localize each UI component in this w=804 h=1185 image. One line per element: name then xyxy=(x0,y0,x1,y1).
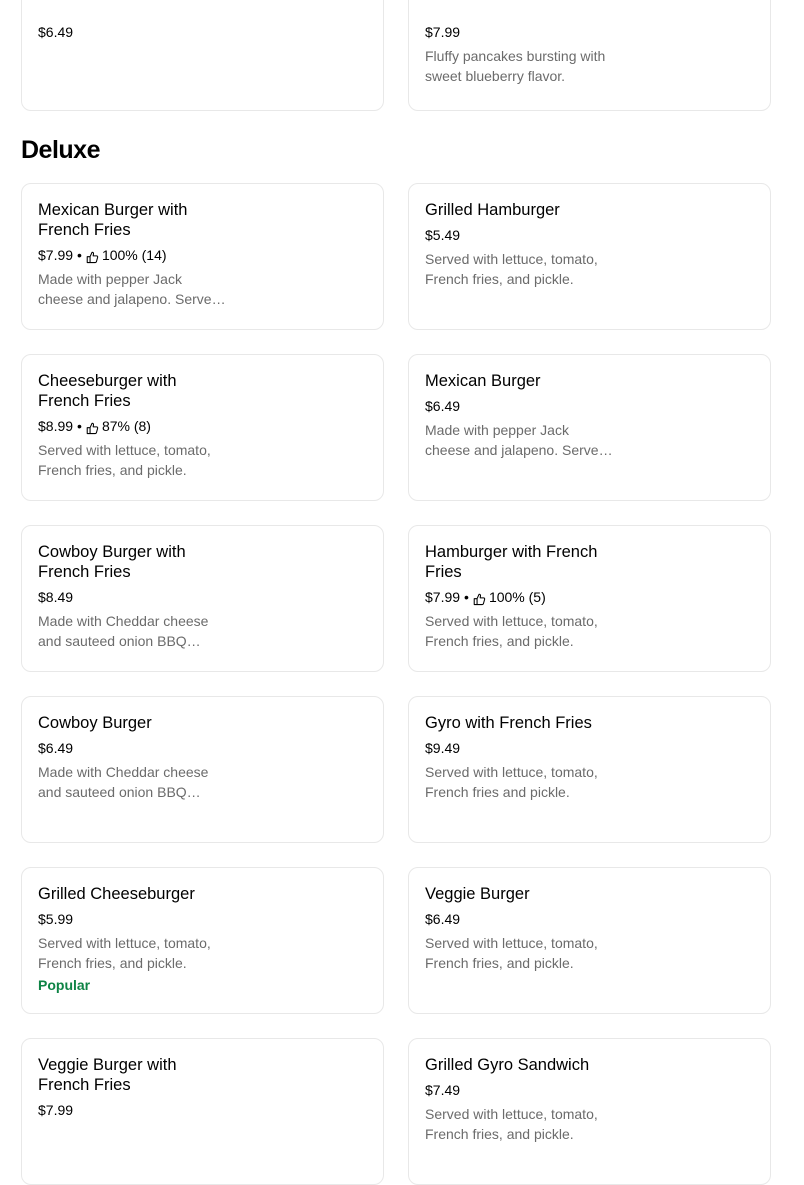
item-name: Gyro with French Fries xyxy=(425,714,592,732)
item-price: $6.49 xyxy=(425,398,461,414)
item-price: $5.99 xyxy=(38,911,74,927)
item-name: Mexican Burger with French Fries xyxy=(38,201,188,239)
menu-item-card[interactable]: Veggie Burger with French Fries $7.99 xyxy=(21,1038,384,1185)
item-name: Grilled Hamburger xyxy=(425,201,560,219)
item-name: Cowboy Burger with French Fries xyxy=(38,543,186,581)
menu-item-card[interactable]: Grilled Cheeseburger $5.99 Served with let… xyxy=(21,867,384,1014)
popular-badge: Popular xyxy=(38,977,91,993)
item-name: Grilled Gyro Sandwich xyxy=(425,1056,590,1074)
item-price: $7.49 xyxy=(425,1082,461,1098)
item-meta: $5.99 xyxy=(38,909,367,929)
item-price: $8.99 xyxy=(38,418,74,434)
item-price: $6.49 xyxy=(38,24,74,40)
item-description: Fluffy pancakes bursting with sweet blue… xyxy=(425,48,606,84)
item-meta: $6.49 xyxy=(425,909,754,929)
menu-item-card[interactable]: $7.99 Fluffy pancakes bursting with swee… xyxy=(408,0,771,111)
item-name: Cowboy Burger xyxy=(38,714,152,732)
item-meta: $6.49 xyxy=(38,738,367,758)
menu-item-card[interactable]: Mexican Burger with French Fries $7.99 • 10… xyxy=(21,183,384,330)
item-meta: $6.49 xyxy=(425,396,754,416)
item-rating: 100% (5) xyxy=(488,589,546,605)
item-description: Made with pepper Jack cheese and jalapen… xyxy=(38,271,220,307)
menu-item-card[interactable]: Veggie Burger $6.49 Served with lettuce, t… xyxy=(408,867,771,1014)
item-price: $7.99 xyxy=(425,24,461,40)
thumbs-up-icon xyxy=(473,591,486,605)
item-description: Made with Cheddar cheese and sauteed oni… xyxy=(38,613,209,649)
item-price: $7.99 xyxy=(38,247,74,263)
item-meta: $7.49 xyxy=(425,1080,754,1100)
menu-item-card[interactable]: Gyro with French Fries $9.49 Served with l… xyxy=(408,696,771,843)
item-description: Served with lettuce, tomato, French frie… xyxy=(425,1106,598,1142)
separator-dot: • xyxy=(77,418,82,434)
item-name: Cheeseburger with French Fries xyxy=(38,372,177,410)
menu-item-card[interactable]: Grilled Gyro Sandwich $7.49 Served with le… xyxy=(408,1038,771,1185)
thumbs-up-icon xyxy=(86,249,99,263)
item-description: Served with lettuce, tomato, French frie… xyxy=(425,613,598,649)
item-description: Served with lettuce, tomato, French frie… xyxy=(38,935,211,971)
separator-dot: • xyxy=(464,589,469,605)
item-name: Veggie Burger with French Fries xyxy=(38,1056,177,1094)
item-description: Served with lettuce, tomato, French frie… xyxy=(38,442,211,478)
item-meta: $9.49 xyxy=(425,738,754,758)
item-price: $6.49 xyxy=(425,911,461,927)
item-meta: $8.99 • 87% (8) xyxy=(38,416,367,436)
item-name: Hamburger with French Fries xyxy=(425,543,598,581)
item-meta: $7.99 xyxy=(38,1100,367,1120)
item-price: $7.99 xyxy=(38,1102,74,1118)
separator-dot: • xyxy=(77,247,82,263)
item-name: Veggie Burger xyxy=(425,885,530,903)
item-rating: 100% (14) xyxy=(101,247,167,263)
item-meta: $8.49 xyxy=(38,587,367,607)
item-description: Served with lettuce, tomato, French frie… xyxy=(425,935,598,971)
item-price: $6.49 xyxy=(38,740,74,756)
item-price: $8.49 xyxy=(38,589,74,605)
item-description: Made with pepper Jack cheese and jalapen… xyxy=(425,422,607,458)
item-name: Mexican Burger xyxy=(425,372,541,390)
menu-item-card[interactable]: Cheeseburger with French Fries $8.99 • 87% … xyxy=(21,354,384,501)
item-rating: 87% (8) xyxy=(101,418,151,434)
item-meta: $7.99 • 100% (5) xyxy=(425,587,754,607)
item-name: Grilled Cheeseburger xyxy=(38,885,195,903)
item-description: Served with lettuce, tomato, French frie… xyxy=(425,251,598,287)
menu-item-card[interactable]: $6.49 xyxy=(21,0,384,111)
menu-item-card[interactable]: Hamburger with French Fries $7.99 • 100% (5… xyxy=(408,525,771,672)
item-price: $9.49 xyxy=(425,740,461,756)
menu-item-card[interactable]: Cowboy Burger $6.49 Made with Cheddar chee… xyxy=(21,696,384,843)
item-description: Made with Cheddar cheese and sauteed oni… xyxy=(38,764,209,800)
thumbs-up-icon xyxy=(86,420,99,434)
item-meta: $5.49 xyxy=(425,225,754,245)
item-price: $7.99 xyxy=(425,589,461,605)
item-price: $5.49 xyxy=(425,227,461,243)
menu-item-card[interactable]: Cowboy Burger with French Fries $8.49 Made… xyxy=(21,525,384,672)
menu-item-card[interactable]: Mexican Burger $6.49 Made with pepper Jack… xyxy=(408,354,771,501)
item-description: Served with lettuce, tomato, French frie… xyxy=(425,764,598,800)
section-title: Deluxe xyxy=(21,136,100,164)
item-meta: $7.99 • 100% (14) xyxy=(38,245,367,265)
menu-item-card[interactable]: Grilled Hamburger $5.49 Served with lettuc… xyxy=(408,183,771,330)
